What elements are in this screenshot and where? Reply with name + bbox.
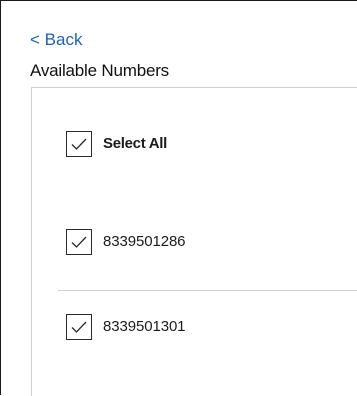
page-title: Available Numbers [30,61,169,80]
select-all-label: Select All [103,135,167,152]
number-row[interactable]: 8339501286 [66,228,186,256]
check-icon [71,138,87,150]
select-all-row[interactable]: Select All [66,130,167,158]
number-row[interactable]: 8339501301 [66,313,186,341]
check-icon [71,236,87,248]
select-all-checkbox[interactable] [66,131,92,157]
back-link[interactable]: < Back [30,30,82,50]
window-frame: < Back Available Numbers Select All 8339… [0,0,357,396]
number-checkbox[interactable] [66,229,92,255]
number-label: 8339501301 [103,318,186,335]
check-icon [71,321,87,333]
number-checkbox[interactable] [66,314,92,340]
row-divider [58,290,357,291]
number-label: 8339501286 [103,233,186,250]
numbers-panel: Select All 8339501286 8339501301 [31,87,357,396]
